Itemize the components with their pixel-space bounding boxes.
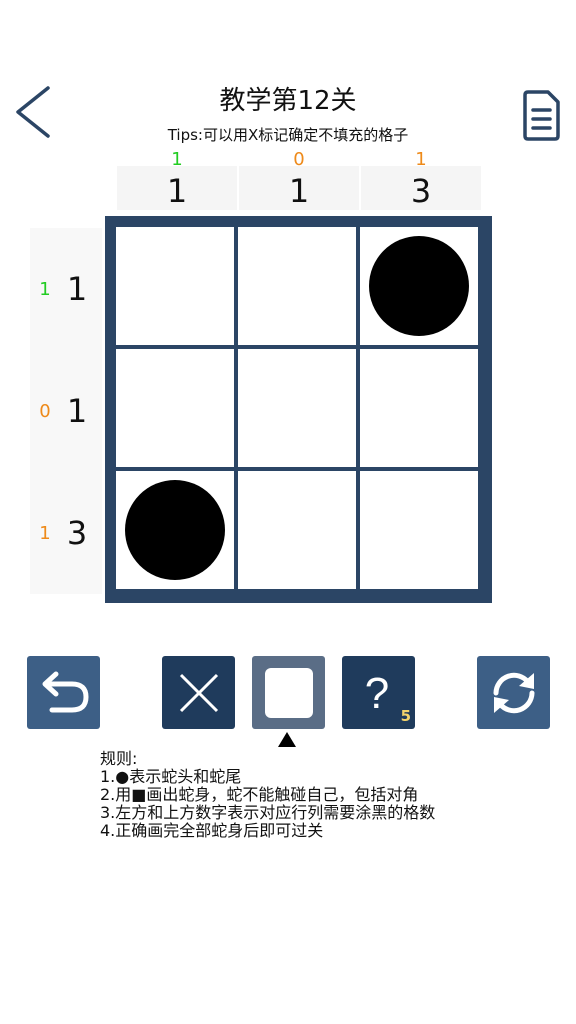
reset-button[interactable]	[477, 656, 550, 729]
grid-cell-r1c1[interactable]	[116, 227, 234, 345]
grid-cell-r3c1[interactable]	[116, 471, 234, 589]
refresh-icon	[493, 672, 534, 713]
hint-button[interactable]: ? 5	[342, 656, 415, 729]
rule-line-1: 1.●表示蛇头和蛇尾	[100, 767, 242, 786]
cross-icon	[179, 673, 218, 712]
row-hint-target: 1	[66, 270, 88, 308]
cross-tool-button[interactable]	[162, 656, 235, 729]
question-icon: ?	[364, 669, 388, 718]
grid-cell-r1c3[interactable]	[360, 227, 478, 345]
rule-line-4: 4.正确画完全部蛇身后即可过关	[100, 821, 324, 840]
fill-tool-button[interactable]	[252, 656, 325, 729]
rules-panel: 规则: 1.●表示蛇头和蛇尾 2.用■画出蛇身，蛇不能触碰自己，包括对角 3.左…	[100, 750, 480, 840]
selected-tool-indicator	[278, 732, 296, 747]
row-hint-count: 0	[39, 400, 51, 422]
row-hint-2: 0 1	[30, 350, 102, 472]
undo-button[interactable]	[27, 656, 100, 729]
column-hint-3: 1 3	[361, 148, 481, 210]
rule-line-2: 2.用■画出蛇身，蛇不能触碰自己，包括对角	[100, 785, 419, 804]
column-hint-1: 1 1	[117, 148, 237, 210]
grid-cell-r2c3[interactable]	[360, 349, 478, 467]
column-hint-2: 0 1	[239, 148, 359, 210]
column-hint-count: 1	[171, 149, 183, 170]
tips-text: Tips:可以用X标记确定不填充的格子	[167, 126, 409, 144]
rule-line-3: 3.左方和上方数字表示对应行列需要涂黑的格数	[100, 803, 436, 822]
row-hint-count: 1	[39, 522, 51, 544]
rules-heading: 规则:	[100, 749, 138, 768]
grid-cell-r2c2[interactable]	[238, 349, 356, 467]
column-hint-target: 1	[288, 172, 310, 210]
grid-cell-r1c2[interactable]	[238, 227, 356, 345]
puzzle-board	[105, 216, 492, 603]
column-hint-target: 1	[166, 172, 188, 210]
row-hint-target: 1	[66, 392, 88, 430]
row-hint-3: 1 3	[30, 472, 102, 594]
row-hint-count: 1	[39, 278, 51, 300]
page-title: 教学第12关	[219, 86, 357, 116]
row-hint-1: 1 1	[30, 228, 102, 350]
column-hint-count: 1	[415, 149, 427, 170]
grid-cell-r3c3[interactable]	[360, 471, 478, 589]
svg-text:?: ?	[364, 669, 388, 718]
column-hint-count: 0	[293, 149, 305, 170]
snake-end-dot	[369, 236, 469, 336]
hint-count: 5	[400, 707, 411, 725]
grid-cell-r3c2[interactable]	[238, 471, 356, 589]
snake-end-dot	[125, 480, 225, 580]
undo-icon	[42, 671, 89, 712]
column-hint-target: 3	[410, 172, 432, 210]
row-hint-target: 3	[66, 514, 88, 552]
grid-cell-r2c1[interactable]	[116, 349, 234, 467]
square-icon	[264, 667, 313, 718]
